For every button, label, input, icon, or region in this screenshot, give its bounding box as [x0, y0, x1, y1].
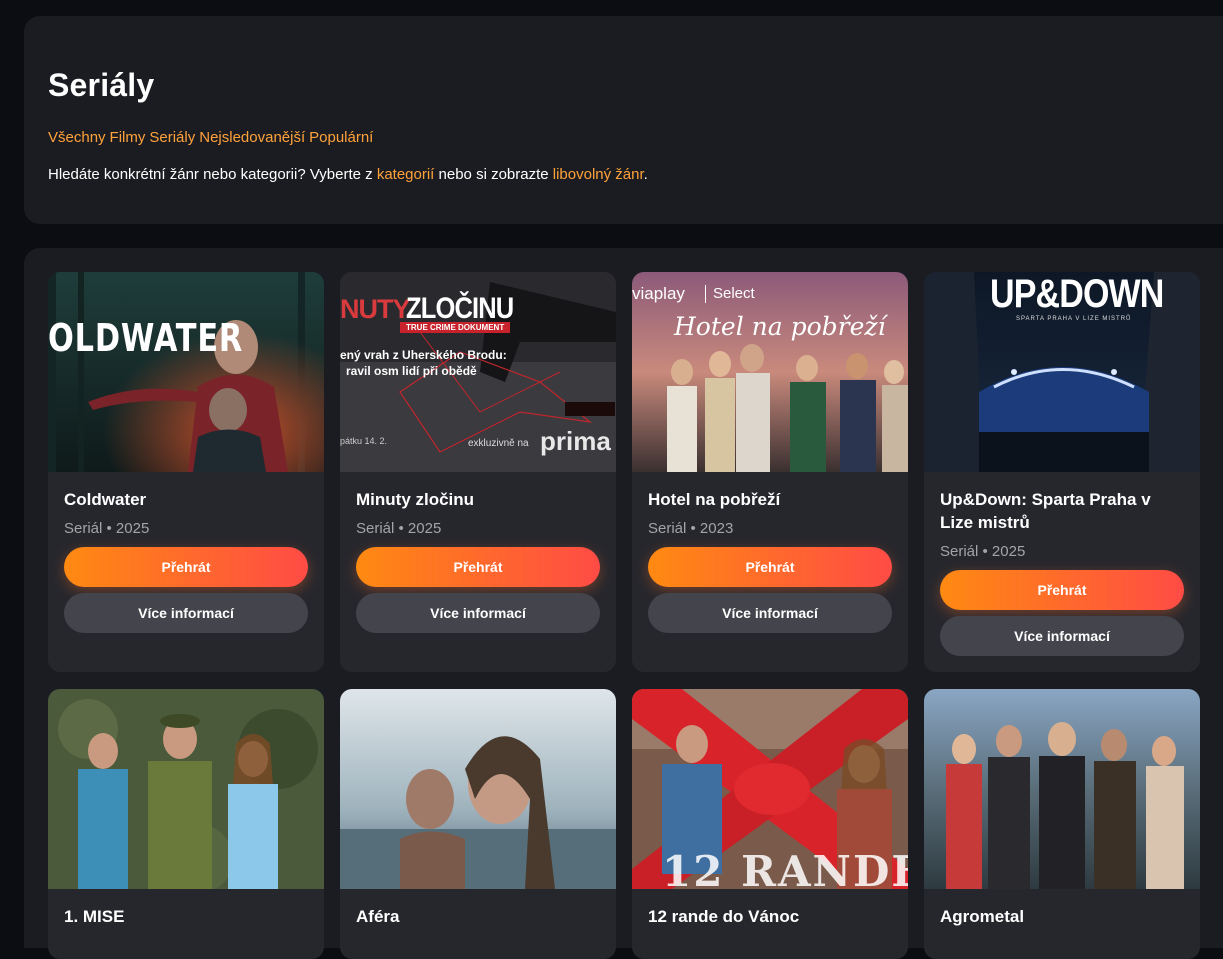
poster-date: pátku 14. 2.	[340, 436, 388, 446]
series-grid: OLDWATER Coldwater Seriál • 2025 Přehrát…	[24, 248, 1223, 959]
poster-title-prefix: NUTY	[340, 294, 410, 324]
card-title: Coldwater	[64, 490, 147, 509]
series-card[interactable]: Agrometal	[924, 689, 1200, 959]
series-card[interactable]: OLDWATER Coldwater Seriál • 2025 Přehrát…	[48, 272, 324, 672]
filter-most-watched-link[interactable]: Nejsledovanější	[199, 129, 305, 146]
categories-link[interactable]: kategorií	[377, 166, 435, 183]
more-info-button[interactable]: Více informací	[648, 593, 892, 633]
card-title: 12 rande do Vánoc	[648, 907, 800, 926]
logo-divider	[705, 285, 706, 303]
poster-title-text: 12 RANDE	[662, 847, 908, 889]
series-card[interactable]: Aféra	[340, 689, 616, 959]
play-button[interactable]: Přehrát	[648, 547, 892, 587]
prima-logo: prima	[540, 426, 611, 456]
series-card[interactable]: 1. MISE	[48, 689, 324, 959]
more-info-button[interactable]: Více informací	[356, 593, 600, 633]
play-button[interactable]: Přehrát	[64, 547, 308, 587]
filter-popular-link[interactable]: Populární	[309, 129, 373, 146]
more-info-button[interactable]: Více informací	[940, 616, 1184, 656]
filter-links: Všechny Filmy Seriály Nejsledovanější Populá…	[48, 128, 1199, 148]
card-title: Minuty zločinu	[356, 490, 475, 509]
poster-image[interactable]: UP&DOWN SPARTA PRAHA V LIZE MISTRŮ	[924, 272, 1200, 472]
poster-title-text: UP&DOWN	[990, 272, 1164, 316]
hint-suffix: .	[643, 166, 648, 183]
poster-image[interactable]: 12 RANDE	[632, 689, 908, 889]
series-card[interactable]: UP&DOWN SPARTA PRAHA V LIZE MISTRŮ Up&Do…	[924, 272, 1200, 672]
poster-image[interactable]	[924, 689, 1200, 889]
card-title: 1. MISE	[64, 907, 125, 926]
card-title: Hotel na pobřeží	[648, 490, 781, 509]
filter-all-link[interactable]: Všechny	[48, 129, 106, 146]
poster-note: exkluzivně na	[468, 438, 529, 449]
card-title: Up&Down: Sparta Praha v Lize mistrů	[940, 490, 1151, 532]
poster-image[interactable]	[340, 689, 616, 889]
poster-title-text: ZLOČINU	[406, 292, 514, 325]
card-meta: Seriál • 2025	[64, 520, 150, 537]
poster-subtitle: SPARTA PRAHA V LIZE MISTRŮ	[1016, 316, 1132, 322]
more-info-button[interactable]: Více informací	[64, 593, 308, 633]
play-button[interactable]: Přehrát	[940, 570, 1184, 610]
card-meta: Seriál • 2023	[648, 520, 734, 537]
page-title: Seriály	[48, 67, 155, 103]
poster-image[interactable]: NUTY ZLOČINU TRUE CRIME DOKUMENT ený vra…	[340, 272, 616, 472]
genre-hint: Hledáte konkrétní žánr nebo kategorii? V…	[48, 165, 1199, 185]
series-card[interactable]: 12 RANDE 12 rande do Vánoc	[632, 689, 908, 959]
hint-middle: nebo si zobrazte	[434, 166, 553, 183]
any-genre-link[interactable]: libovolný žánr	[553, 166, 644, 183]
play-button[interactable]: Přehrát	[356, 547, 600, 587]
poster-image[interactable]: OLDWATER	[48, 272, 324, 472]
header-panel: Seriály Všechny Filmy Seriály Nejsledovaněj…	[24, 16, 1223, 224]
viaplay-logo: viaplay	[632, 284, 685, 303]
poster-tag: TRUE CRIME DOKUMENT	[400, 322, 511, 333]
series-card[interactable]: NUTY ZLOČINU TRUE CRIME DOKUMENT ený vra…	[340, 272, 616, 672]
filter-movies-link[interactable]: Filmy	[110, 129, 146, 146]
card-title: Agrometal	[940, 907, 1025, 926]
poster-subtitle: ený vrah z Uherského Brodu:	[340, 348, 507, 362]
hint-prefix: Hledáte konkrétní žánr nebo kategorii? V…	[48, 166, 377, 183]
series-card[interactable]: viaplay Select Hotel na pobřeží Hotel na…	[632, 272, 908, 672]
poster-image[interactable]: viaplay Select Hotel na pobřeží	[632, 272, 908, 472]
card-meta: Seriál • 2025	[940, 543, 1026, 560]
poster-image[interactable]	[48, 689, 324, 889]
filter-series-link[interactable]: Seriály	[149, 129, 195, 146]
card-meta: Seriál • 2025	[356, 520, 442, 537]
poster-subtitle-2: ravil osm lidí při obědě	[346, 364, 477, 378]
poster-title-text: OLDWATER	[48, 316, 244, 360]
viaplay-select-label: Select	[713, 285, 755, 302]
poster-title-text: Hotel na pobřeží	[674, 312, 886, 341]
card-title: Aféra	[356, 907, 400, 926]
